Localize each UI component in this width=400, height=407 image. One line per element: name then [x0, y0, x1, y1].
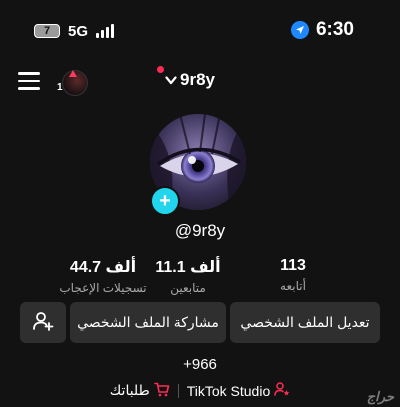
notification-dot	[157, 66, 164, 73]
divider	[177, 383, 179, 398]
likes-count: 44.7 ألف	[69, 259, 137, 276]
stat-following[interactable]: 113 أتابعه	[253, 257, 333, 293]
profile-links: طلباتك TikTok Studio	[0, 381, 400, 400]
status-time: 6:30	[315, 19, 354, 40]
likes-label: تسجيلات الإعجاب	[59, 281, 147, 295]
status-bar-right: 6:30	[290, 19, 354, 41]
stat-likes[interactable]: 44.7 ألف تسجيلات الإعجاب	[48, 257, 158, 295]
orders-label: طلباتك	[109, 382, 150, 398]
followers-count: 11.1 ألف	[155, 259, 221, 276]
status-bar-left: 7 5G	[34, 20, 115, 42]
watermark-logo: حراج	[366, 389, 394, 404]
network-type: 5G	[68, 22, 89, 40]
account-switcher[interactable]: 9r8y	[165, 70, 215, 90]
battery-indicator: 7	[34, 24, 60, 38]
orders-link[interactable]: طلباتك	[110, 382, 170, 400]
story-count: 1	[57, 82, 63, 93]
followers-label: متابعين	[170, 281, 206, 295]
stat-followers[interactable]: 11.1 ألف متابعين	[148, 257, 228, 295]
creator-user-icon	[274, 381, 290, 400]
add-story-button[interactable]: +	[150, 186, 180, 216]
following-count: 113	[280, 257, 306, 274]
chevron-down-icon	[165, 72, 177, 88]
edit-profile-button[interactable]: تعديل الملف الشخصي	[230, 302, 380, 343]
add-user-icon	[32, 310, 54, 335]
studio-label: TikTok Studio	[186, 382, 271, 399]
story-flag-icon	[69, 70, 77, 77]
location-icon	[290, 21, 309, 39]
cart-icon	[153, 382, 170, 400]
header-username: 9r8y	[180, 70, 215, 89]
add-friend-button[interactable]	[20, 302, 66, 343]
signal-icon	[96, 24, 115, 38]
tiktok-studio-link[interactable]: TikTok Studio	[187, 381, 291, 400]
menu-icon[interactable]	[18, 72, 40, 90]
bio-phone: +966	[183, 356, 217, 373]
profile-handle: @9r8y	[174, 221, 226, 240]
share-profile-button[interactable]: مشاركة الملف الشخصي	[70, 302, 226, 343]
following-label: أتابعه	[280, 279, 306, 293]
